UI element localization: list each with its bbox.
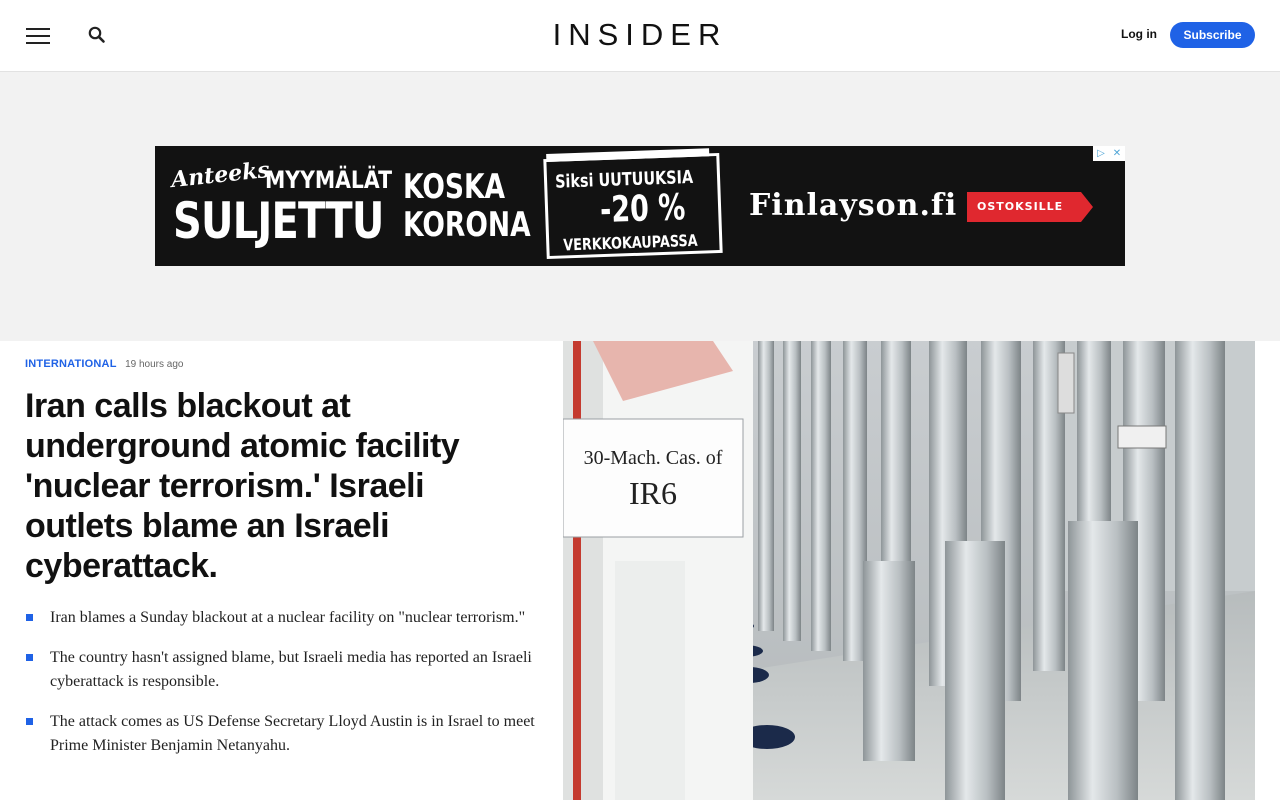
adchoices-icon[interactable]: ▷ [1093, 146, 1109, 161]
equipment-sign: 30-Mach. Cas. of IR6 [563, 418, 744, 538]
timestamp: 19 hours ago [125, 359, 184, 370]
article-meta: INTERNATIONAL 19 hours ago [25, 354, 183, 372]
ad-choices[interactable]: ▷ ✕ [1093, 146, 1125, 161]
summary-bullet-text: Iran blames a Sunday blackout at a nucle… [50, 609, 526, 626]
ad-text-suljettu: SULJETTU [173, 192, 384, 250]
ad-text-koska-korona: KOSKA KORONA [403, 168, 531, 244]
subscribe-button[interactable]: Subscribe [1170, 22, 1255, 48]
ad-text-anteeks: Anteeks [169, 156, 271, 194]
ad-text-discount: -20 % [599, 187, 687, 232]
site-logo[interactable]: INSIDER [540, 17, 740, 53]
ad-close-icon[interactable]: ✕ [1109, 146, 1125, 161]
summary-bullet: The country hasn't assigned blame, but I… [25, 646, 535, 694]
ad-text-myymalat: MYYMÄLÄT [265, 166, 393, 194]
ad-cta-button[interactable]: OSTOKSILLE [967, 192, 1093, 222]
ad-price-tag: Siksi UUTUUKSIA -20 % VERKKOKAUPASSA [543, 152, 723, 260]
ad-text-korona: KORONA [403, 205, 531, 245]
summary-bullet: The attack comes as US Defense Secretary… [25, 710, 535, 758]
summary-bullets: Iran blames a Sunday blackout at a nucle… [25, 606, 535, 774]
site-header: INSIDER Log in Subscribe [0, 0, 1280, 72]
search-icon[interactable] [86, 24, 108, 46]
summary-bullet: Iran blames a Sunday blackout at a nucle… [25, 606, 535, 630]
category-link[interactable]: INTERNATIONAL [25, 358, 117, 370]
sign-line-1: 30-Mach. Cas. of [584, 447, 723, 469]
sign-line-2: IR6 [629, 475, 677, 511]
bullet-square-icon [26, 654, 33, 661]
summary-bullet-text: The attack comes as US Defense Secretary… [50, 713, 535, 754]
summary-bullet-text: The country hasn't assigned blame, but I… [50, 649, 532, 690]
ad-text-verkkokaupassa: VERKKOKAUPASSA [562, 230, 698, 255]
ad-text-koska: KOSKA [403, 167, 506, 207]
ad-brand-logo: Finlayson.fi [749, 188, 958, 223]
ad-region: Anteeks MYYMÄLÄT SULJETTU KOSKA KORONA S… [0, 72, 1280, 341]
ad-banner[interactable]: Anteeks MYYMÄLÄT SULJETTU KOSKA KORONA S… [155, 146, 1125, 266]
featured-article: INTERNATIONAL 19 hours ago Iran calls bl… [0, 341, 1280, 800]
bullet-square-icon [26, 614, 33, 621]
hamburger-menu-icon[interactable] [26, 24, 50, 48]
article-hero-image[interactable]: 30-Mach. Cas. of IR6 [563, 341, 1255, 800]
article-headline[interactable]: Iran calls blackout at underground atomi… [25, 386, 535, 586]
login-link[interactable]: Log in [1110, 27, 1168, 41]
bullet-square-icon [26, 718, 33, 725]
